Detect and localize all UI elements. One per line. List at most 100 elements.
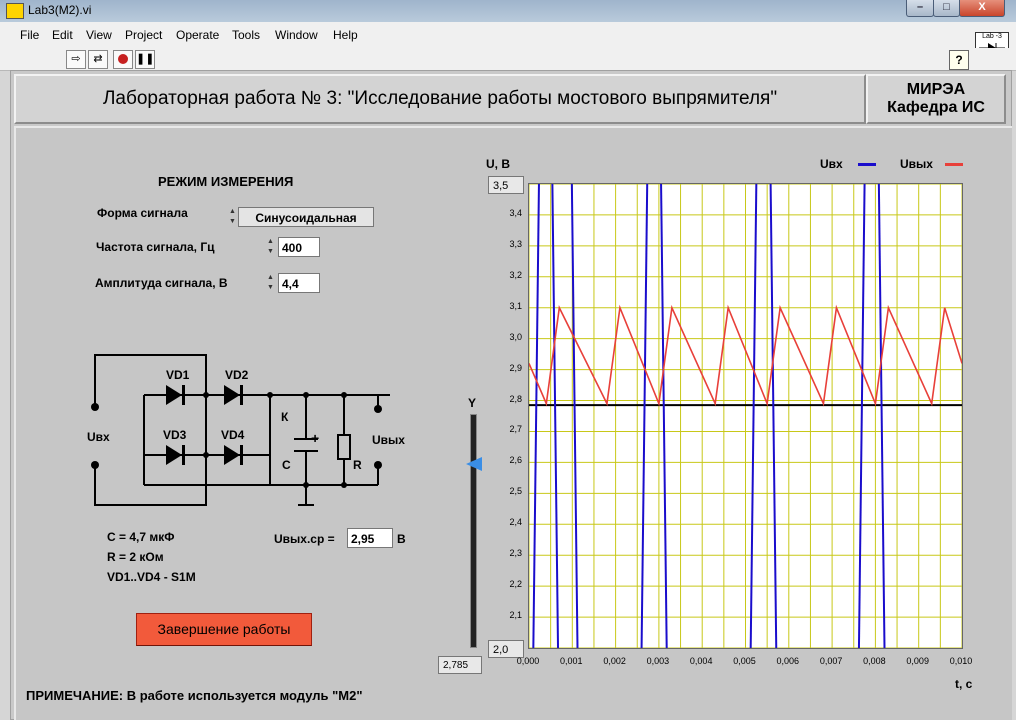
toolbar: ⇨ ⇄ ❚❚ (0, 48, 1016, 71)
uout-avg-label: Uвых.ср = (274, 532, 335, 546)
uin-label: Uвх (87, 430, 110, 444)
vi-icon-text: Lab -3 (982, 33, 1002, 40)
y-tick-label: 3,3 (509, 238, 522, 249)
abort-icon[interactable] (113, 50, 133, 69)
menu-bar: File Edit View Project Operate Tools Win… (0, 22, 1016, 48)
signal-form-select[interactable]: Синусоидальная (238, 207, 374, 227)
menu-file[interactable]: File (20, 28, 39, 42)
x-axis-label: t, с (955, 677, 973, 691)
x-tick-label: 0,005 (733, 656, 756, 666)
uin-series-segment (532, 183, 540, 649)
amplitude-spin-icon[interactable]: ▲ ▼ (266, 273, 275, 293)
y-tick-label: 3,2 (509, 269, 522, 280)
menu-operate[interactable]: Operate (176, 28, 219, 42)
y-tick-label: 2,1 (509, 610, 522, 621)
uin-series-segment (857, 183, 866, 649)
labview-icon (6, 3, 24, 19)
uin-series-segment (749, 183, 758, 649)
waveform-graph (528, 183, 963, 649)
signal-form-spin-icon[interactable]: ▲ ▼ (228, 207, 237, 227)
x-tick-label: 0,009 (906, 656, 929, 666)
diode-type: VD1..VD4 - S1M (107, 570, 196, 584)
y-tick-label: 2,3 (509, 548, 522, 559)
uin-series-segment (660, 183, 668, 649)
page-title: Лабораторная работа № 3: "Исследование р… (102, 88, 778, 109)
bridge-rectifier-schematic (91, 354, 390, 506)
org-box: МИРЭА Кафедра ИС (866, 74, 1006, 124)
frequency-label: Частота сигнала, Гц (96, 240, 215, 254)
y-tick-label: 2,8 (509, 393, 522, 404)
x-tick-label: 0,010 (949, 656, 973, 666)
header-title-box: Лабораторная работа № 3: "Исследование р… (14, 74, 866, 124)
y-slider-track[interactable] (470, 414, 477, 648)
close-button[interactable]: X (959, 0, 1005, 17)
r-label: R (353, 458, 362, 472)
x-tick-label: 0,001 (560, 656, 583, 666)
c-label: С (282, 458, 291, 472)
menu-edit[interactable]: Edit (52, 28, 73, 42)
frequency-spin-icon[interactable]: ▲ ▼ (266, 237, 275, 257)
org-name: МИРЭА (906, 81, 966, 98)
uout-label: Uвых (372, 433, 405, 447)
plus-label: + (311, 430, 320, 446)
run-continuously-icon[interactable]: ⇄ (88, 50, 108, 69)
waveform-plot-area[interactable] (528, 183, 963, 649)
amplitude-input[interactable]: 4,4 (278, 273, 320, 293)
vd3-label: VD3 (163, 428, 187, 442)
maximize-button[interactable]: □ (933, 0, 960, 17)
y-tick-label: 2,5 (509, 486, 522, 497)
context-help-button[interactable]: ? (949, 50, 969, 70)
capacitor-value: С = 4,7 мкФ (107, 530, 175, 544)
y-tick-label: 3,4 (509, 207, 522, 218)
menu-view[interactable]: View (86, 28, 112, 42)
y-tick-label: 2,6 (509, 455, 522, 466)
menu-help[interactable]: Help (333, 28, 358, 42)
y-axis-label: U, В (486, 157, 510, 171)
uout-avg-unit: В (397, 532, 406, 546)
uin-series-segment (877, 183, 886, 649)
y-slider-thumb[interactable] (466, 456, 482, 471)
slider-label: Y (468, 396, 477, 410)
note-text: ПРИМЕЧАНИЕ: В работе используется модуль… (26, 688, 363, 703)
minimize-button[interactable]: – (906, 0, 934, 17)
uin-series-segment (769, 183, 778, 649)
title-bar: Lab3(M2).vi (0, 0, 1016, 23)
run-arrow-icon[interactable]: ⇨ (66, 50, 86, 69)
section-title: РЕЖИМ ИЗМЕРЕНИЯ (158, 174, 294, 189)
menu-project[interactable]: Project (125, 28, 162, 42)
slider-value-input[interactable]: 2,785 (438, 656, 482, 674)
window-title: Lab3(M2).vi (28, 3, 92, 17)
finish-button[interactable]: Завершение работы (136, 613, 312, 646)
x-tick-label: 0,003 (646, 656, 670, 666)
frequency-input[interactable]: 400 (278, 237, 320, 257)
y-tick-label: 3,1 (509, 300, 522, 311)
y-tick-label: 2,4 (509, 517, 522, 528)
x-tick-label: 0,000 (516, 656, 540, 666)
x-tick-label: 0,004 (689, 656, 713, 666)
resistor-value: R = 2 кОм (107, 550, 164, 564)
vd1-label: VD1 (166, 368, 190, 382)
y-max-input[interactable]: 3,5 (488, 176, 524, 194)
legend-uout-swatch (945, 163, 963, 166)
x-tick-label: 0,002 (603, 656, 626, 666)
x-tick-label: 0,008 (863, 656, 886, 666)
uout-avg-indicator: 2,95 (347, 528, 393, 548)
vd4-label: VD4 (221, 428, 245, 442)
x-tick-label: 0,006 (776, 656, 800, 666)
vd2-label: VD2 (225, 368, 249, 382)
y-tick-label: 2,9 (509, 362, 522, 373)
amplitude-label: Амплитуда сигнала, В (95, 276, 228, 290)
uin-series-segment (551, 183, 560, 649)
department-name: Кафедра ИС (887, 99, 985, 116)
uin-series-segment (640, 183, 649, 649)
y-tick-label: 2,7 (509, 424, 522, 435)
pause-icon[interactable]: ❚❚ (135, 50, 155, 69)
x-tick-label: 0,007 (819, 656, 843, 666)
menu-tools[interactable]: Tools (232, 28, 260, 42)
legend-uout-label: Uвых (900, 157, 933, 171)
y-tick-label: 3,0 (509, 331, 522, 342)
legend-uin-swatch (858, 163, 876, 166)
menu-window[interactable]: Window (275, 28, 318, 42)
legend-uin-label: Uвх (820, 157, 843, 171)
signal-form-label: Форма сигнала (97, 206, 188, 220)
